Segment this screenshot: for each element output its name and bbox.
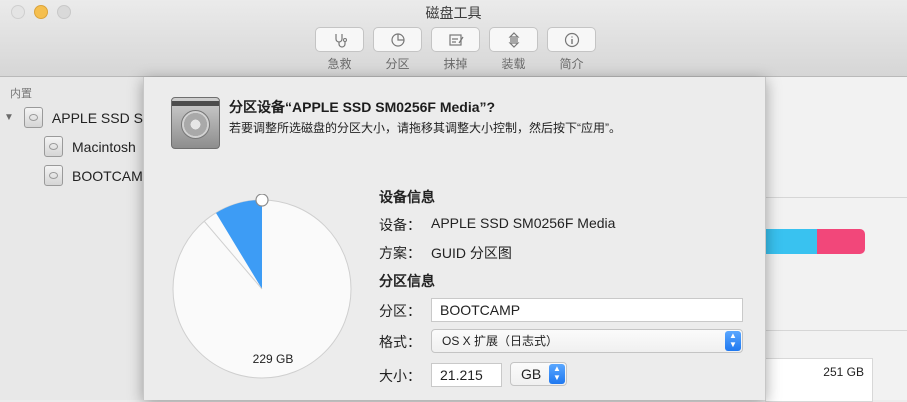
usage-bar-blue [765, 229, 817, 254]
toolbar-first-aid[interactable]: 急救 [315, 27, 364, 72]
sidebar-item-macintosh[interactable]: Macintosh [44, 136, 136, 157]
partition-icon [390, 32, 405, 47]
dialog-subtitle: 若要调整所选磁盘的分区大小，请拖移其调整大小控制，然后按下“应用”。 [229, 121, 621, 135]
unit-select-value: GB [521, 366, 542, 382]
capacity-box: 251 GB [765, 358, 873, 402]
sidebar-item-label: BOOTCAM [72, 167, 143, 184]
mount-icon [508, 31, 519, 48]
device-label: 设备： [379, 217, 421, 233]
sidebar: 内置 ▼ APPLE SSD S Macintosh BOOTCAM [0, 77, 150, 400]
divider [765, 330, 907, 331]
partition-label: 分区 [385, 57, 410, 71]
pie-size-label: 229 GB [253, 352, 294, 366]
disclosure-triangle-icon[interactable]: ▼ [4, 112, 14, 123]
unit-select[interactable]: GB ▲ ▼ [510, 362, 567, 386]
toolbar-erase[interactable]: 抹掉 [431, 27, 480, 72]
scheme-label: 方案： [379, 245, 421, 261]
device-value: APPLE SSD SM0256F Media [431, 215, 616, 231]
size-field[interactable]: 21.215 [431, 363, 502, 387]
disk-icon [23, 107, 43, 128]
window-title: 磁盘工具 [425, 5, 482, 21]
divider [765, 197, 907, 198]
partition-pie-chart[interactable]: 229 GB [169, 194, 359, 384]
info-label: 简介 [559, 57, 584, 71]
sidebar-item-label: APPLE SSD S [51, 109, 143, 126]
format-select[interactable]: OS X 扩展（日志式） ▲ ▼ [431, 329, 743, 353]
info-icon [564, 32, 579, 47]
partition-button[interactable] [373, 27, 422, 52]
device-info-heading: 设备信息 [379, 189, 435, 205]
scheme-value: GUID 分区图 [431, 245, 512, 261]
mount-button[interactable] [489, 27, 538, 52]
format-label: 格式： [379, 334, 421, 350]
sidebar-item-apple-ssd[interactable]: ▼ APPLE SSD S [4, 107, 143, 128]
usage-bar-pink [817, 229, 865, 254]
hard-drive-icon [171, 97, 220, 149]
erase-button[interactable] [431, 27, 480, 52]
partition-name-field[interactable]: BOOTCAMP [431, 298, 743, 322]
dialog-title: 分区设备“APPLE SSD SM0256F Media”? [229, 99, 496, 115]
chevron-updown-icon: ▲ ▼ [549, 364, 565, 384]
toolbar-info[interactable]: 简介 [547, 27, 596, 72]
format-select-value: OS X 扩展（日志式） [442, 334, 559, 348]
erase-icon [448, 33, 463, 46]
partition-name-label: 分区： [379, 303, 421, 319]
toolbar: 急救 分区 抹掉 装载 简介 [315, 27, 596, 72]
sidebar-section-internal: 内置 [10, 88, 32, 100]
capacity-value: 251 GB [823, 365, 864, 379]
size-label: 大小： [379, 368, 421, 384]
first-aid-label: 急救 [327, 57, 352, 71]
sidebar-item-bootcamp[interactable]: BOOTCAM [44, 165, 143, 186]
volume-icon [44, 136, 63, 157]
resize-handle[interactable] [255, 194, 269, 207]
first-aid-button[interactable] [315, 27, 364, 52]
stethoscope-icon [334, 33, 347, 48]
chevron-updown-icon: ▲ ▼ [725, 331, 741, 351]
info-button[interactable] [547, 27, 596, 52]
mount-label: 装载 [501, 57, 526, 71]
partition-info-heading: 分区信息 [379, 273, 435, 289]
partition-dialog: 分区设备“APPLE SSD SM0256F Media”? 若要调整所选磁盘的… [143, 77, 766, 400]
toolbar-partition[interactable]: 分区 [373, 27, 422, 72]
window-titlebar: 磁盘工具 急救 分区 抹掉 装载 简介 [0, 0, 907, 77]
volume-icon [44, 165, 63, 186]
sidebar-item-label: Macintosh [72, 138, 136, 155]
toolbar-mount[interactable]: 装载 [489, 27, 538, 72]
erase-label: 抹掉 [443, 57, 468, 71]
